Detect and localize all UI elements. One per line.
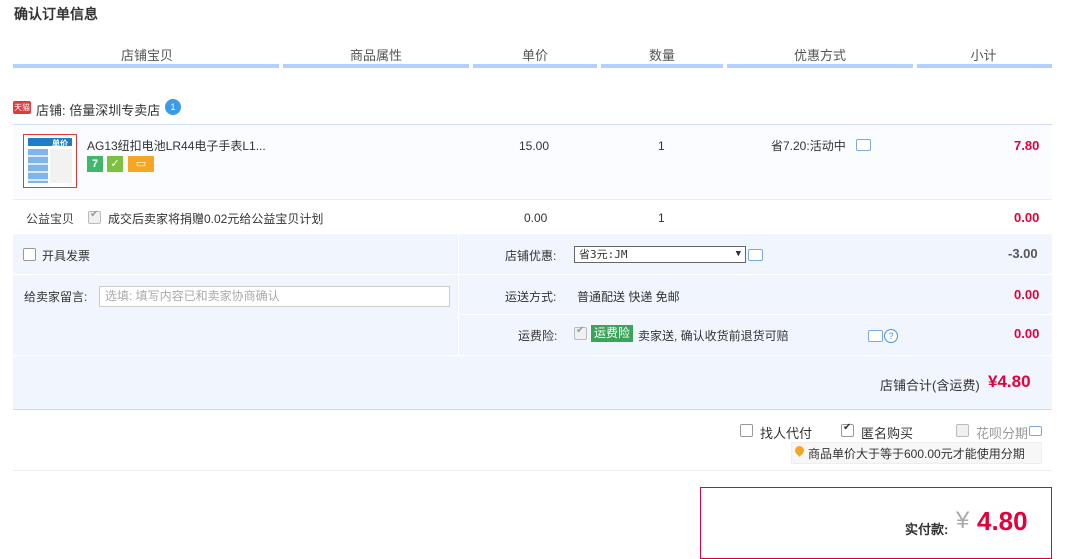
- col-header-item: 店铺宝贝: [120, 48, 173, 63]
- huabei-info-icon[interactable]: [1029, 426, 1042, 436]
- help-icon[interactable]: ?: [884, 329, 898, 343]
- page-title: 确认订单信息: [14, 6, 98, 22]
- col-header-attr: 商品属性: [349, 48, 402, 63]
- insurance-checkbox: [574, 325, 587, 340]
- seven-day-return-icon[interactable]: 7: [87, 156, 103, 172]
- header-divider: [473, 64, 597, 68]
- invoice-label: 开具发票: [42, 249, 91, 263]
- insurance-chat-icon[interactable]: [868, 330, 883, 342]
- item-subtotal: 7.80: [1014, 138, 1040, 153]
- card-payment-icon[interactable]: ▭: [128, 156, 154, 172]
- huabei-label: 花呗分期: [976, 426, 1029, 441]
- tmall-icon: 天猫: [13, 101, 31, 114]
- shop-total-label: 店铺合计(含运费): [880, 378, 980, 393]
- item-quantity: 1: [658, 139, 665, 153]
- guarantee-icon[interactable]: ✓: [107, 156, 123, 172]
- item-panel: [13, 124, 1052, 200]
- header-divider: [917, 64, 1052, 68]
- charity-subtotal: 0.00: [1014, 210, 1040, 225]
- proxy-pay-label: 找人代付: [760, 426, 813, 441]
- charity-quantity: 1: [658, 211, 665, 225]
- product-name-link[interactable]: AG13纽扣电池LR44电子手表L1...: [87, 137, 266, 154]
- shop-total-value: ¥4.80: [988, 372, 1031, 391]
- divider: [13, 470, 1052, 471]
- shop-discount-selected: 省3元:JM: [579, 248, 628, 261]
- col-header-discount: 优惠方式: [793, 48, 846, 63]
- divider: [13, 355, 1052, 356]
- discount-detail-icon[interactable]: [856, 139, 871, 151]
- charity-checkbox: [88, 209, 101, 224]
- item-discount: 省7.20:活动中: [771, 139, 846, 153]
- discount-info-icon[interactable]: [748, 249, 763, 261]
- charity-label: 公益宝贝: [26, 212, 75, 226]
- insurance-label: 运费险:: [518, 329, 558, 343]
- shop-discount-select[interactable]: 省3元:JM ▼: [574, 246, 746, 263]
- header-divider: [727, 64, 913, 68]
- message-label: 给卖家留言:: [24, 290, 88, 304]
- payment-label: 实付款:: [905, 522, 949, 537]
- anonymous-checkbox[interactable]: [841, 422, 854, 437]
- col-header-price: 单价: [521, 48, 548, 63]
- invoice-checkbox[interactable]: [23, 248, 36, 261]
- header-divider: [283, 64, 469, 68]
- currency-symbol: ¥: [956, 507, 970, 534]
- divider: [458, 234, 459, 356]
- col-header-quantity: 数量: [648, 48, 675, 63]
- dropdown-arrow-icon: ▼: [735, 249, 741, 259]
- shipping-amount: 0.00: [1014, 287, 1040, 302]
- payment-amount: 4.80: [977, 506, 1028, 536]
- col-header-subtotal: 小计: [970, 48, 997, 63]
- product-thumbnail[interactable]: 单价: [23, 134, 77, 188]
- anonymous-label: 匿名购买: [861, 426, 914, 441]
- charity-text: 成交后卖家将捐赠0.02元给公益宝贝计划: [108, 212, 324, 226]
- divider: [459, 314, 1052, 315]
- thumbnail-text: 单价: [52, 139, 68, 148]
- shop-name-link[interactable]: 店铺: 倍量深圳专卖店: [36, 100, 160, 119]
- proxy-pay-checkbox[interactable]: [740, 424, 753, 437]
- wangwang-chat-icon[interactable]: 1: [165, 99, 181, 115]
- installment-hint-text: 商品单价大于等于600.00元才能使用分期: [808, 447, 1025, 461]
- item-price: 15.00: [519, 139, 550, 153]
- shop-discount-label: 店铺优惠:: [505, 249, 557, 263]
- insurance-amount: 0.00: [1014, 326, 1040, 341]
- divider: [13, 274, 1052, 275]
- shop-discount-value: -3.00: [1008, 246, 1038, 261]
- header-divider: [13, 64, 279, 68]
- shipping-method: 普通配送 快递 免邮: [577, 290, 680, 304]
- insurance-badge: 运费险: [591, 325, 634, 342]
- seller-message-input[interactable]: 选填: 填写内容已和卖家协商确认: [99, 286, 450, 307]
- header-divider: [601, 64, 723, 68]
- insurance-text: 卖家送, 确认收货前退货可赔: [638, 329, 789, 343]
- shipping-label: 运送方式:: [505, 290, 557, 304]
- charity-price: 0.00: [524, 211, 548, 225]
- huabei-checkbox: [956, 424, 969, 437]
